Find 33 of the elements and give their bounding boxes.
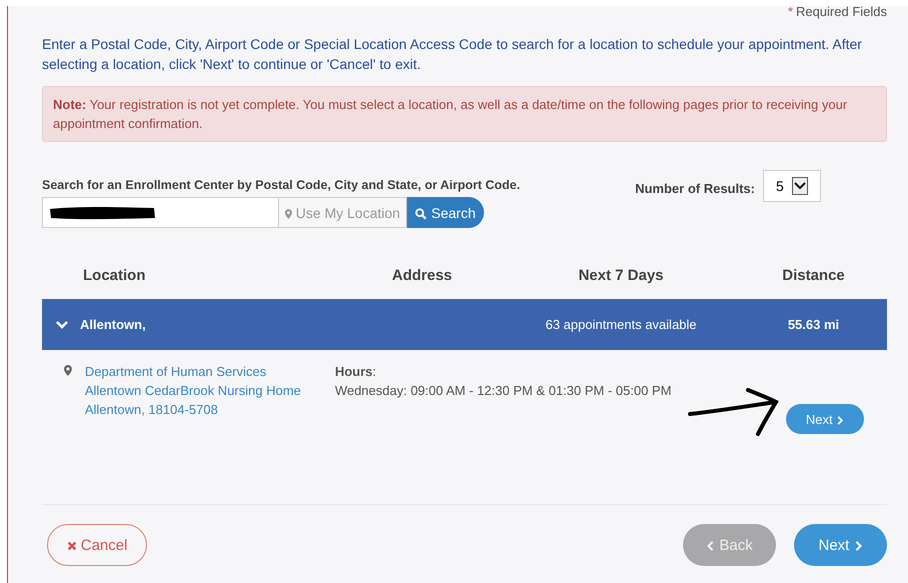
chevron-right-icon bbox=[854, 540, 862, 551]
column-header: Address bbox=[390, 266, 454, 284]
search-button[interactable]: Search bbox=[407, 197, 484, 228]
next-button[interactable]: Next bbox=[786, 404, 864, 434]
address-link[interactable]: Department of Human Services bbox=[84, 362, 266, 381]
address-link[interactable]: Allentown, 18104-5708 bbox=[84, 400, 218, 419]
search-icon bbox=[415, 208, 428, 220]
chevron-right-icon bbox=[836, 416, 844, 425]
search-label: Search for an Enrollment Center by Postal Code, City and State, or Airport Code. bbox=[42, 178, 522, 192]
column-header: Location bbox=[82, 266, 146, 284]
result-row[interactable]: Allentown, 63 appointments available 55.63 mi bbox=[42, 299, 887, 350]
use-location-button[interactable]: Use My Location bbox=[279, 197, 407, 228]
close-icon bbox=[66, 540, 77, 551]
pin-icon bbox=[64, 365, 72, 376]
note-alert: Note: Your registration is not yet complete. You must select a location, as well as a date/time on the following pages prior to receiving your appointment confirmation. bbox=[42, 86, 887, 142]
hours-text: Wednesday: 09:00 AM - 12:30 PM & 01:30 PM - 05:00 PM bbox=[334, 382, 672, 400]
column-header: Next 7 Days bbox=[577, 266, 665, 284]
results-count-select[interactable]: 5 bbox=[763, 170, 821, 202]
cancel-button[interactable]: Cancel bbox=[47, 524, 147, 566]
required-asterisk: * bbox=[788, 4, 793, 19]
search-field[interactable] bbox=[42, 197, 279, 228]
distance-text: 55.63 mi bbox=[786, 317, 840, 332]
instructions-text: Enter a Postal Code, City, Airport Code or Special Location Access Code to search for a location to schedule your appointment. After selecting a location, click 'Next' to continue or 'Cancel' to exit. bbox=[42, 35, 863, 74]
pin-icon bbox=[284, 208, 292, 219]
location-name: Allentown, bbox=[80, 317, 146, 332]
address-link[interactable]: Allentown CedarBrook Nursing Home bbox=[84, 381, 301, 400]
column-header: Distance bbox=[781, 266, 846, 284]
next-button[interactable]: Next bbox=[794, 524, 887, 566]
hours-label: Hours: bbox=[334, 363, 378, 381]
required-fields-note: Required Fields bbox=[796, 4, 887, 19]
results-count-label: Number of Results: bbox=[635, 181, 755, 196]
chevron-left-icon bbox=[706, 540, 716, 551]
availability-text: 63 appointments available bbox=[544, 317, 698, 332]
